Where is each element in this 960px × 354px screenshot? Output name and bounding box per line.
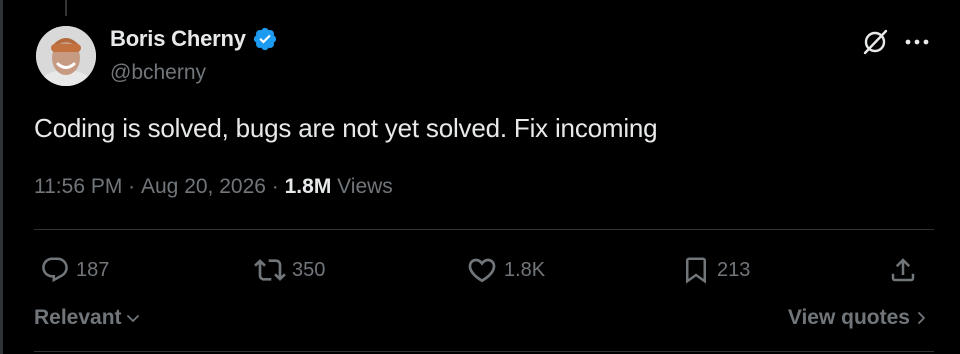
share-button[interactable] [888,253,918,287]
left-border [0,0,3,354]
reply-button[interactable]: 187 [40,253,109,287]
reply-count: 187 [76,258,110,281]
chevron-right-icon [918,312,925,324]
divider-top [34,229,934,230]
sort-label: Relevant [34,306,122,329]
meta-separator: · [122,175,141,198]
avatar[interactable] [36,26,96,86]
more-icon [905,39,929,45]
bookmark-button[interactable]: 213 [681,253,750,287]
repost-icon [254,259,286,281]
author-name-row: Boris Cherny [110,26,278,52]
grok-icon [863,29,888,55]
avatar-image [36,26,96,86]
tweet-meta: 11:56 PM · Aug 20, 2026 · 1.8M Views [34,175,393,199]
views-label[interactable]: Views [331,175,393,199]
chevron-down-icon [126,315,139,322]
tweet-text: Coding is solved, bugs are not yet solve… [34,113,658,143]
bookmark-icon [686,257,706,284]
verified-badge-icon[interactable] [252,26,278,52]
view-quotes-label: View quotes [787,306,910,329]
author-display-name[interactable]: Boris Cherny [110,26,246,52]
repost-count: 350 [292,258,326,281]
like-button[interactable]: 1.8K [466,253,545,287]
repost-button[interactable]: 350 [254,253,325,287]
view-quotes-link[interactable]: View quotes [788,306,930,330]
like-icon [468,258,496,283]
like-count: 1.8K [504,258,546,281]
thread-connector-line [65,0,67,16]
author-handle[interactable]: @bcherny [110,61,206,85]
tweet-time[interactable]: 11:56 PM [34,175,122,199]
sort-dropdown[interactable]: Relevant [34,306,142,330]
grok-button[interactable] [860,27,890,57]
reply-icon [42,257,68,283]
tweet-date[interactable]: Aug 20, 2026 [141,175,266,199]
share-icon [891,258,915,282]
bookmark-count: 213 [717,258,751,281]
views-count[interactable]: 1.8M [285,175,332,199]
meta-separator-2: · [265,175,285,198]
more-button[interactable] [900,27,934,57]
divider-bottom [34,351,934,352]
